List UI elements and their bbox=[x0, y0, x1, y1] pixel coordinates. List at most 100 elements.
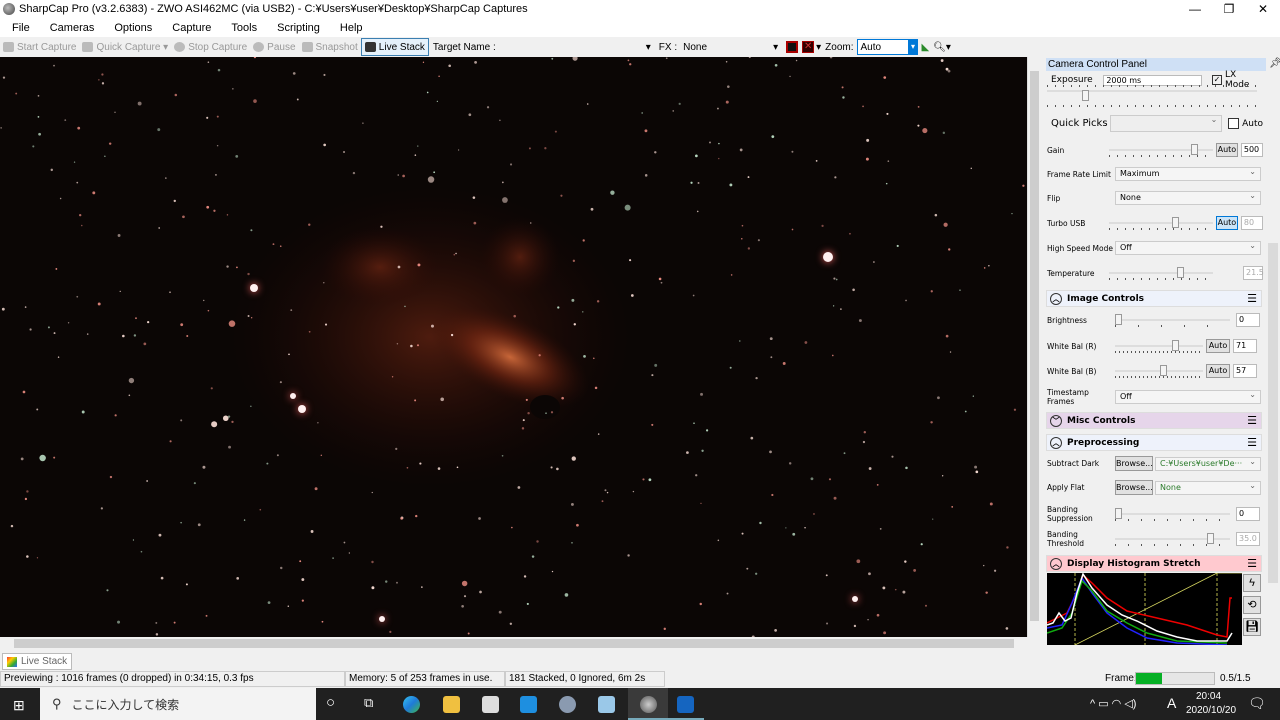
taskbar-search[interactable]: ⚲ ここに入力して検索 bbox=[40, 688, 316, 720]
menu-help[interactable]: Help bbox=[328, 22, 371, 34]
high-speed-mode-select[interactable]: Off bbox=[1115, 240, 1261, 255]
slider-thumb[interactable] bbox=[1159, 365, 1167, 376]
subtract-dark-select[interactable]: C:¥Users¥user¥De··· bbox=[1155, 456, 1261, 471]
image-controls-header[interactable]: ︿ Image Controls ☰ bbox=[1046, 290, 1262, 307]
banding-suppression-slider[interactable] bbox=[1115, 508, 1230, 521]
quick-capture-button[interactable]: Quick Capture ▾ bbox=[79, 38, 171, 56]
pin-icon[interactable]: 📌︎ bbox=[1269, 58, 1280, 69]
preprocessing-header[interactable]: ︿ Preprocessing ☰ bbox=[1046, 434, 1262, 451]
apply-flat-browse-button[interactable]: Browse... bbox=[1115, 480, 1153, 495]
turbo-usb-auto-button[interactable]: Auto bbox=[1215, 216, 1238, 230]
menu-options[interactable]: Options bbox=[102, 22, 160, 34]
quick-picks-auto-checkbox[interactable] bbox=[1228, 118, 1240, 129]
quick-picks-select[interactable] bbox=[1109, 114, 1223, 132]
record-icon[interactable] bbox=[786, 41, 799, 53]
edge-icon[interactable] bbox=[403, 696, 420, 713]
stop-capture-button[interactable]: Stop Capture bbox=[171, 38, 250, 56]
gain-slider[interactable] bbox=[1108, 144, 1213, 157]
pause-button[interactable]: Pause bbox=[250, 38, 298, 56]
zoom-select[interactable]: Auto bbox=[856, 39, 909, 55]
brightness-slider[interactable] bbox=[1115, 314, 1230, 327]
display-histogram-stretch-header[interactable]: ︿ Display Histogram Stretch ☰ bbox=[1046, 555, 1262, 572]
brightness-value[interactable]: 0 bbox=[1236, 313, 1260, 327]
auto-stretch-icon[interactable]: ϟ bbox=[1243, 574, 1261, 592]
dropdown-icon[interactable]: ▾ bbox=[816, 42, 821, 53]
exposure-slider[interactable] bbox=[1047, 85, 1257, 107]
frame-rate-limit-select[interactable]: Maximum bbox=[1115, 166, 1261, 181]
menu-icon[interactable]: ☰ bbox=[1247, 292, 1257, 305]
menu-tools[interactable]: Tools bbox=[219, 22, 265, 34]
store-icon[interactable] bbox=[482, 696, 499, 713]
live-stack-button[interactable]: Live Stack bbox=[360, 38, 429, 56]
panel-scrollbar[interactable]: 📌︎ bbox=[1266, 58, 1280, 652]
gain-auto-button[interactable]: Auto bbox=[1215, 143, 1238, 157]
timestamp-frames-select[interactable]: Off bbox=[1115, 389, 1261, 404]
reset-icon[interactable]: ⟲ bbox=[1243, 596, 1261, 614]
task-view-icon[interactable]: ⧉ bbox=[364, 695, 373, 711]
exposure-input[interactable]: 2000 ms bbox=[1103, 74, 1203, 86]
menu-cameras[interactable]: Cameras bbox=[38, 22, 103, 34]
slider-thumb[interactable] bbox=[1115, 314, 1122, 325]
menu-icon[interactable]: ☰ bbox=[1247, 414, 1257, 427]
apply-flat-select[interactable]: None bbox=[1155, 480, 1261, 495]
histogram-icon[interactable]: ◣ bbox=[922, 42, 930, 53]
stop-icon bbox=[174, 42, 186, 52]
turbo-usb-slider[interactable] bbox=[1108, 217, 1213, 230]
fx-select[interactable]: None bbox=[683, 42, 773, 53]
vertical-scrollbar[interactable] bbox=[1027, 57, 1040, 637]
slider-thumb[interactable] bbox=[1171, 217, 1179, 228]
white-bal-b-value[interactable]: 57 bbox=[1233, 364, 1257, 378]
app-icon[interactable] bbox=[598, 696, 615, 713]
menu-capture[interactable]: Capture bbox=[160, 22, 219, 34]
misc-controls-header[interactable]: ﹀ Misc Controls ☰ bbox=[1046, 412, 1262, 429]
flip-select[interactable]: None bbox=[1115, 190, 1261, 205]
notification-icon[interactable]: 🗨︎ bbox=[1248, 695, 1266, 712]
menu-file[interactable]: File bbox=[0, 22, 38, 34]
tab-live-stack[interactable]: Live Stack bbox=[2, 653, 73, 670]
white-bal-b-slider[interactable] bbox=[1115, 365, 1203, 378]
windows-start-icon[interactable]: ⊞ bbox=[13, 697, 25, 714]
menu-scripting[interactable]: Scripting bbox=[265, 22, 328, 34]
magnifier-icon[interactable]: 🔍︎▾ bbox=[933, 42, 951, 53]
snapshot-button[interactable]: Snapshot bbox=[299, 38, 361, 56]
subtract-dark-browse-button[interactable]: Browse... bbox=[1115, 456, 1153, 471]
horizontal-scrollbar[interactable] bbox=[0, 637, 1040, 650]
target-name-dropdown-icon[interactable]: ▾ bbox=[646, 42, 651, 53]
flip-row: Flip None bbox=[1047, 190, 1263, 205]
gain-value[interactable]: 500 bbox=[1240, 143, 1264, 157]
menu-icon[interactable]: ☰ bbox=[1247, 557, 1257, 570]
clock-time[interactable]: 20:04 bbox=[1196, 691, 1221, 702]
cross-icon[interactable]: ✕ bbox=[802, 41, 815, 53]
ime-indicator[interactable]: A bbox=[1167, 695, 1176, 711]
white-bal-r-value[interactable]: 71 bbox=[1233, 339, 1257, 353]
white-bal-b-auto-button[interactable]: Auto bbox=[1206, 364, 1230, 378]
live-image-view[interactable] bbox=[0, 57, 1027, 637]
mail-icon[interactable] bbox=[520, 696, 537, 713]
maximize-button[interactable]: ❐ bbox=[1212, 0, 1246, 18]
photos-taskbar-button[interactable] bbox=[668, 688, 704, 720]
cortana-icon[interactable]: ○ bbox=[326, 694, 335, 711]
minimize-button[interactable]: — bbox=[1178, 0, 1212, 18]
sharpcap-taskbar-button[interactable] bbox=[628, 688, 668, 720]
slider-thumb[interactable] bbox=[1206, 533, 1214, 544]
start-capture-button[interactable]: Start Capture bbox=[0, 38, 79, 56]
white-bal-r-auto-button[interactable]: Auto bbox=[1206, 339, 1230, 353]
fx-dropdown-icon[interactable]: ▾ bbox=[773, 42, 778, 53]
file-explorer-icon[interactable] bbox=[443, 696, 460, 713]
slider-thumb[interactable] bbox=[1191, 144, 1199, 155]
white-bal-r-slider[interactable] bbox=[1115, 340, 1203, 353]
histogram-chart[interactable] bbox=[1047, 573, 1242, 645]
save-icon[interactable]: 💾︎ bbox=[1243, 618, 1261, 636]
banding-suppression-value[interactable]: 0 bbox=[1236, 507, 1260, 521]
star bbox=[829, 57, 833, 59]
lx-mode-checkbox[interactable]: ✓ bbox=[1212, 75, 1222, 85]
tray-icons[interactable]: ^ ▭ ◠ ◁) bbox=[1090, 697, 1136, 710]
slider-thumb[interactable] bbox=[1115, 508, 1122, 519]
zoom-dropdown-icon[interactable]: ▾ bbox=[908, 39, 918, 55]
clock-date[interactable]: 2020/10/20 bbox=[1186, 705, 1236, 716]
menu-icon[interactable]: ☰ bbox=[1247, 436, 1257, 449]
paint-icon[interactable] bbox=[559, 696, 576, 713]
close-button[interactable]: ✕ bbox=[1246, 0, 1280, 18]
slider-thumb[interactable] bbox=[1171, 340, 1179, 351]
slider-thumb[interactable] bbox=[1176, 267, 1184, 278]
